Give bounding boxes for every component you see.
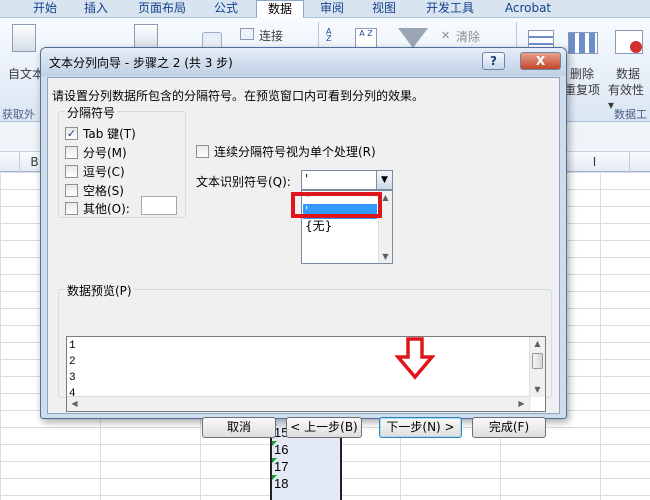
cell-17[interactable]: 17 — [272, 458, 332, 475]
tab-home[interactable]: 开始 — [25, 0, 65, 18]
scroll-up-icon[interactable]: ▲ — [531, 337, 544, 350]
preview-vertical-scrollbar[interactable]: ▲ ▼ — [529, 337, 545, 397]
tab-acrobat[interactable]: Acrobat — [496, 0, 560, 18]
delimiters-legend: 分隔符号 — [65, 104, 118, 121]
dialog-title: 文本分列向导 - 步骤之 2 (共 3 步) — [49, 56, 233, 70]
red-highlight-box — [291, 192, 382, 218]
tab-formulas[interactable]: 公式 — [206, 0, 246, 18]
preview-line: 3 — [69, 372, 76, 384]
tab-view[interactable]: 视图 — [364, 0, 404, 18]
help-button[interactable]: ? — [482, 52, 505, 70]
tab-checkbox-label: Tab 键(T) — [83, 127, 136, 141]
cell-18[interactable]: 18 — [272, 475, 332, 492]
ribbon-tab-bar: 开始 插入 页面布局 公式 数据 审阅 视图 开发工具 Acrobat — [0, 0, 650, 19]
clear-filter-icon: ✕ — [441, 29, 451, 42]
preview-line: 2 — [69, 356, 76, 368]
semicolon-checkbox[interactable] — [65, 146, 78, 159]
preview-horizontal-scrollbar[interactable]: ◀ ▶ — [67, 396, 531, 411]
text-to-columns-dialog: 文本分列向导 - 步骤之 2 (共 3 步) ? X 请设置分列数据所包含的分隔… — [40, 47, 567, 438]
other-checkbox[interactable] — [65, 202, 78, 215]
dialog-titlebar[interactable]: 文本分列向导 - 步骤之 2 (共 3 步) ? X — [41, 48, 566, 76]
red-down-arrow-icon — [395, 337, 435, 380]
tab-insert[interactable]: 插入 — [76, 0, 116, 18]
text-qualifier-value: ' — [305, 172, 309, 186]
connections-icon — [240, 28, 254, 40]
comma-checkbox[interactable] — [65, 165, 78, 178]
preview-line: 1 — [69, 340, 76, 352]
cancel-button[interactable]: 取消 — [202, 417, 276, 438]
get-external-group-label: 获取外 — [2, 108, 35, 121]
back-button[interactable]: < 上一步(B) — [286, 417, 362, 438]
dropdown-arrow-icon[interactable]: ▼ — [376, 171, 392, 189]
next-button[interactable]: 下一步(N) > — [379, 417, 462, 438]
connections-button[interactable]: 连接 — [259, 27, 283, 44]
from-text-icon — [12, 24, 36, 52]
consecutive-checkbox-label: 连续分隔符号视为单个处理(R) — [214, 145, 376, 159]
scroll-down-icon[interactable]: ▼ — [379, 250, 392, 263]
semicolon-checkbox-label: 分号(M) — [83, 146, 127, 160]
filter-icon — [398, 28, 428, 48]
comma-checkbox-label: 逗号(C) — [83, 165, 125, 179]
from-text-button[interactable]: 自文本 — [8, 65, 44, 82]
corner-cell[interactable] — [0, 152, 20, 172]
data-validation-icon — [615, 30, 643, 54]
tab-checkbox[interactable]: ✓ — [65, 127, 78, 140]
qualifier-option-none[interactable]: {无} — [303, 219, 377, 234]
tab-developer[interactable]: 开发工具 — [418, 0, 482, 18]
scroll-left-icon[interactable]: ◀ — [68, 397, 81, 410]
data-preview-group: 数据预览(P) 1 2 3 4 ▲ ▼ ◀ ▶ — [58, 282, 552, 412]
tab-data[interactable]: 数据 — [256, 0, 304, 19]
cell-16[interactable]: 16 — [272, 441, 332, 458]
data-validation-button-line1[interactable]: 数据 — [616, 65, 640, 82]
ribbon-tab-partial[interactable] — [0, 0, 18, 18]
finish-button[interactable]: 完成(F) — [472, 417, 546, 438]
scroll-down-icon[interactable]: ▼ — [531, 383, 544, 396]
instruction-text: 请设置分列数据所包含的分隔符号。在预览窗口内可看到分列的效果。 — [52, 89, 425, 103]
remove-duplicates-icon — [568, 32, 598, 54]
scrollbar-thumb[interactable] — [532, 353, 543, 369]
remove-duplicates-button-line2[interactable]: 重复项 — [564, 81, 600, 98]
data-preview-box[interactable]: 1 2 3 4 ▲ ▼ ◀ ▶ — [66, 336, 546, 412]
text-qualifier-select[interactable]: ' ▼ — [301, 170, 393, 190]
space-checkbox-label: 空格(S) — [83, 184, 124, 198]
column-header-i[interactable]: I — [560, 152, 630, 172]
space-checkbox[interactable] — [65, 184, 78, 197]
consecutive-checkbox[interactable] — [196, 145, 209, 158]
scroll-right-icon[interactable]: ▶ — [515, 397, 528, 410]
text-qualifier-label: 文本识别符号(Q): — [196, 175, 291, 189]
tab-review[interactable]: 审阅 — [312, 0, 352, 18]
dialog-body: 请设置分列数据所包含的分隔符号。在预览窗口内可看到分列的效果。 分隔符号 ✓ T… — [47, 77, 560, 438]
clear-button[interactable]: 清除 — [456, 28, 480, 45]
tab-page-layout[interactable]: 页面布局 — [128, 0, 196, 18]
other-checkbox-label: 其他(O): — [83, 202, 130, 216]
other-delimiter-input[interactable] — [141, 196, 177, 215]
data-tools-group-label: 数据工 — [614, 108, 647, 121]
data-preview-legend: 数据预览(P) — [65, 282, 134, 299]
remove-duplicates-button-line1[interactable]: 删除 — [570, 65, 594, 82]
close-button[interactable]: X — [520, 52, 561, 70]
sort-az-icon: AZ — [326, 27, 332, 43]
